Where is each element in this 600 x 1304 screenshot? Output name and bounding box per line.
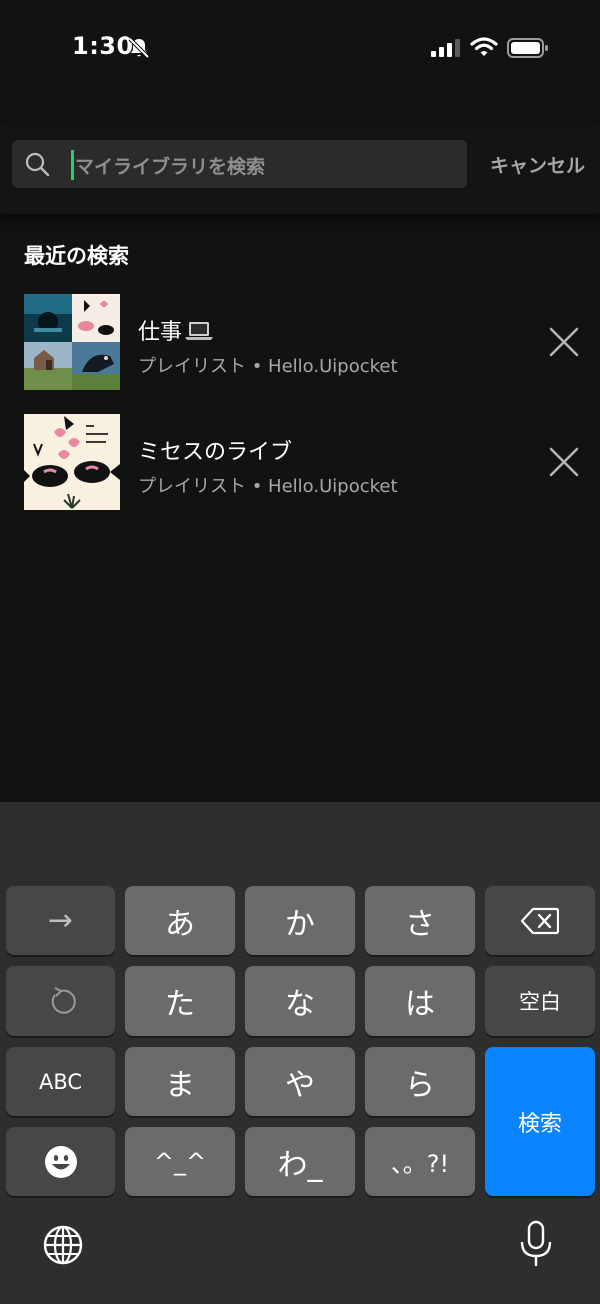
key-ka[interactable]: か <box>245 886 355 955</box>
abc-key[interactable]: ABC <box>6 1047 115 1116</box>
recent-item-live[interactable]: ミセスのライブ プレイリスト • Hello.Uipocket <box>0 414 600 514</box>
remove-recent-button[interactable] <box>546 324 582 360</box>
playlist-cover-mosaic <box>24 294 120 390</box>
cellular-signal-icon <box>431 39 460 57</box>
recent-searches-title: 最近の検索 <box>24 244 129 268</box>
emoji-face-icon <box>44 1145 77 1178</box>
search-placeholder: マイライブラリを検索 <box>75 156 266 178</box>
status-bar: 1:30 <box>0 0 600 100</box>
microphone-icon[interactable] <box>518 1220 554 1268</box>
key-punctuation[interactable]: 、。?! <box>365 1127 475 1196</box>
backspace-button[interactable] <box>485 886 595 955</box>
recent-item-subtitle: プレイリスト • Hello.Uipocket <box>138 356 398 377</box>
key-wa[interactable]: わ_ <box>245 1127 355 1196</box>
japanese-keyboard: → あ か さ た な は 空白 ABC ま や ら 検索 ^_^ わ_ 、。?… <box>0 802 600 1304</box>
cancel-button[interactable]: キャンセル <box>490 151 585 178</box>
search-header: マイライブラリを検索 キャンセル <box>0 126 600 214</box>
key-sa[interactable]: さ <box>365 886 475 955</box>
emoji-key[interactable] <box>6 1127 115 1196</box>
laptop-icon <box>185 322 214 340</box>
undo-button[interactable] <box>6 966 115 1036</box>
search-key[interactable]: 検索 <box>485 1047 595 1196</box>
key-ra[interactable]: ら <box>365 1047 475 1116</box>
recent-item-title: 仕事 <box>138 314 214 346</box>
key-a[interactable]: あ <box>125 886 235 955</box>
playlist-cover-art <box>24 414 120 510</box>
search-icon <box>25 152 50 177</box>
key-arrow[interactable]: → <box>6 886 115 955</box>
globe-icon[interactable] <box>42 1224 84 1266</box>
wifi-icon <box>470 37 498 56</box>
space-key[interactable]: 空白 <box>485 966 595 1036</box>
key-ta[interactable]: た <box>125 966 235 1036</box>
recent-item-subtitle: プレイリスト • Hello.Uipocket <box>138 476 398 497</box>
backspace-icon <box>521 907 559 934</box>
remove-recent-button[interactable] <box>546 444 582 480</box>
battery-icon <box>507 38 548 58</box>
key-ya[interactable]: や <box>245 1047 355 1116</box>
text-caret <box>71 150 74 180</box>
recent-item-work[interactable]: 仕事 プレイリスト • Hello.Uipocket <box>0 294 600 394</box>
key-ma[interactable]: ま <box>125 1047 235 1116</box>
recent-item-title: ミセスのライブ <box>138 440 293 465</box>
key-emoticon[interactable]: ^_^ <box>125 1127 235 1196</box>
key-na[interactable]: な <box>245 966 355 1036</box>
status-time: 1:30 <box>72 32 134 60</box>
search-input[interactable]: マイライブラリを検索 <box>12 140 467 188</box>
undo-icon <box>51 987 76 1014</box>
key-ha[interactable]: は <box>365 966 475 1036</box>
bell-slash-icon <box>128 37 150 59</box>
